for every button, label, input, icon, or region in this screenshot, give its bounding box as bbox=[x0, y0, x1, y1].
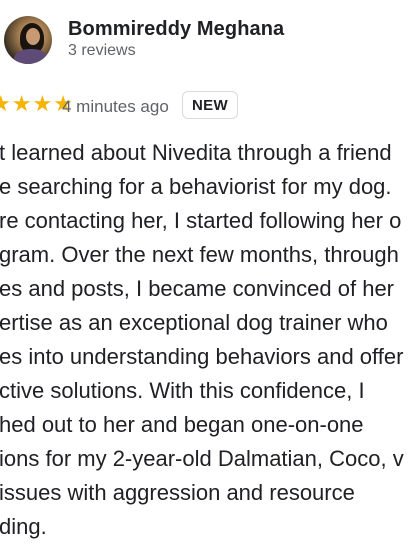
review-card: Bommireddy Meghana 3 reviews ★ ★ ★ ★ 4 m… bbox=[0, 0, 420, 560]
avatar[interactable] bbox=[4, 16, 52, 64]
review-line: gram. Over the next few months, through bbox=[0, 242, 399, 267]
review-line: t learned about Nivedita through a frien… bbox=[0, 140, 392, 165]
star-icon: ★ bbox=[0, 91, 11, 116]
reviewer-name[interactable]: Bommireddy Meghana bbox=[68, 18, 284, 41]
review-line: ctive solutions. With this confidence, I bbox=[0, 378, 365, 403]
star-icon: ★ bbox=[32, 91, 53, 116]
review-line: hed out to her and began one-on-one bbox=[0, 412, 364, 437]
review-line: re contacting her, I started following h… bbox=[0, 208, 402, 233]
star-icon: ★ bbox=[11, 91, 32, 116]
review-line: ertise as an exceptional dog trainer who bbox=[0, 310, 388, 335]
avatar-face bbox=[26, 28, 40, 45]
review-line: issues with aggression and resource bbox=[0, 480, 355, 505]
review-time: 4 minutes ago bbox=[62, 97, 169, 116]
review-line: e searching for a behaviorist for my dog… bbox=[0, 174, 392, 199]
avatar-shirt bbox=[14, 49, 48, 64]
new-badge: NEW bbox=[182, 91, 238, 119]
review-line: es and posts, I became convinced of her bbox=[0, 276, 395, 301]
review-line: es into understanding behaviors and offe… bbox=[0, 344, 404, 369]
review-line: ions for my 2-year-old Dalmatian, Coco, … bbox=[0, 446, 404, 471]
review-text: t learned about Nivedita through a frien… bbox=[0, 140, 420, 555]
review-count: 3 reviews bbox=[68, 42, 136, 59]
review-line: ding. bbox=[0, 514, 47, 539]
